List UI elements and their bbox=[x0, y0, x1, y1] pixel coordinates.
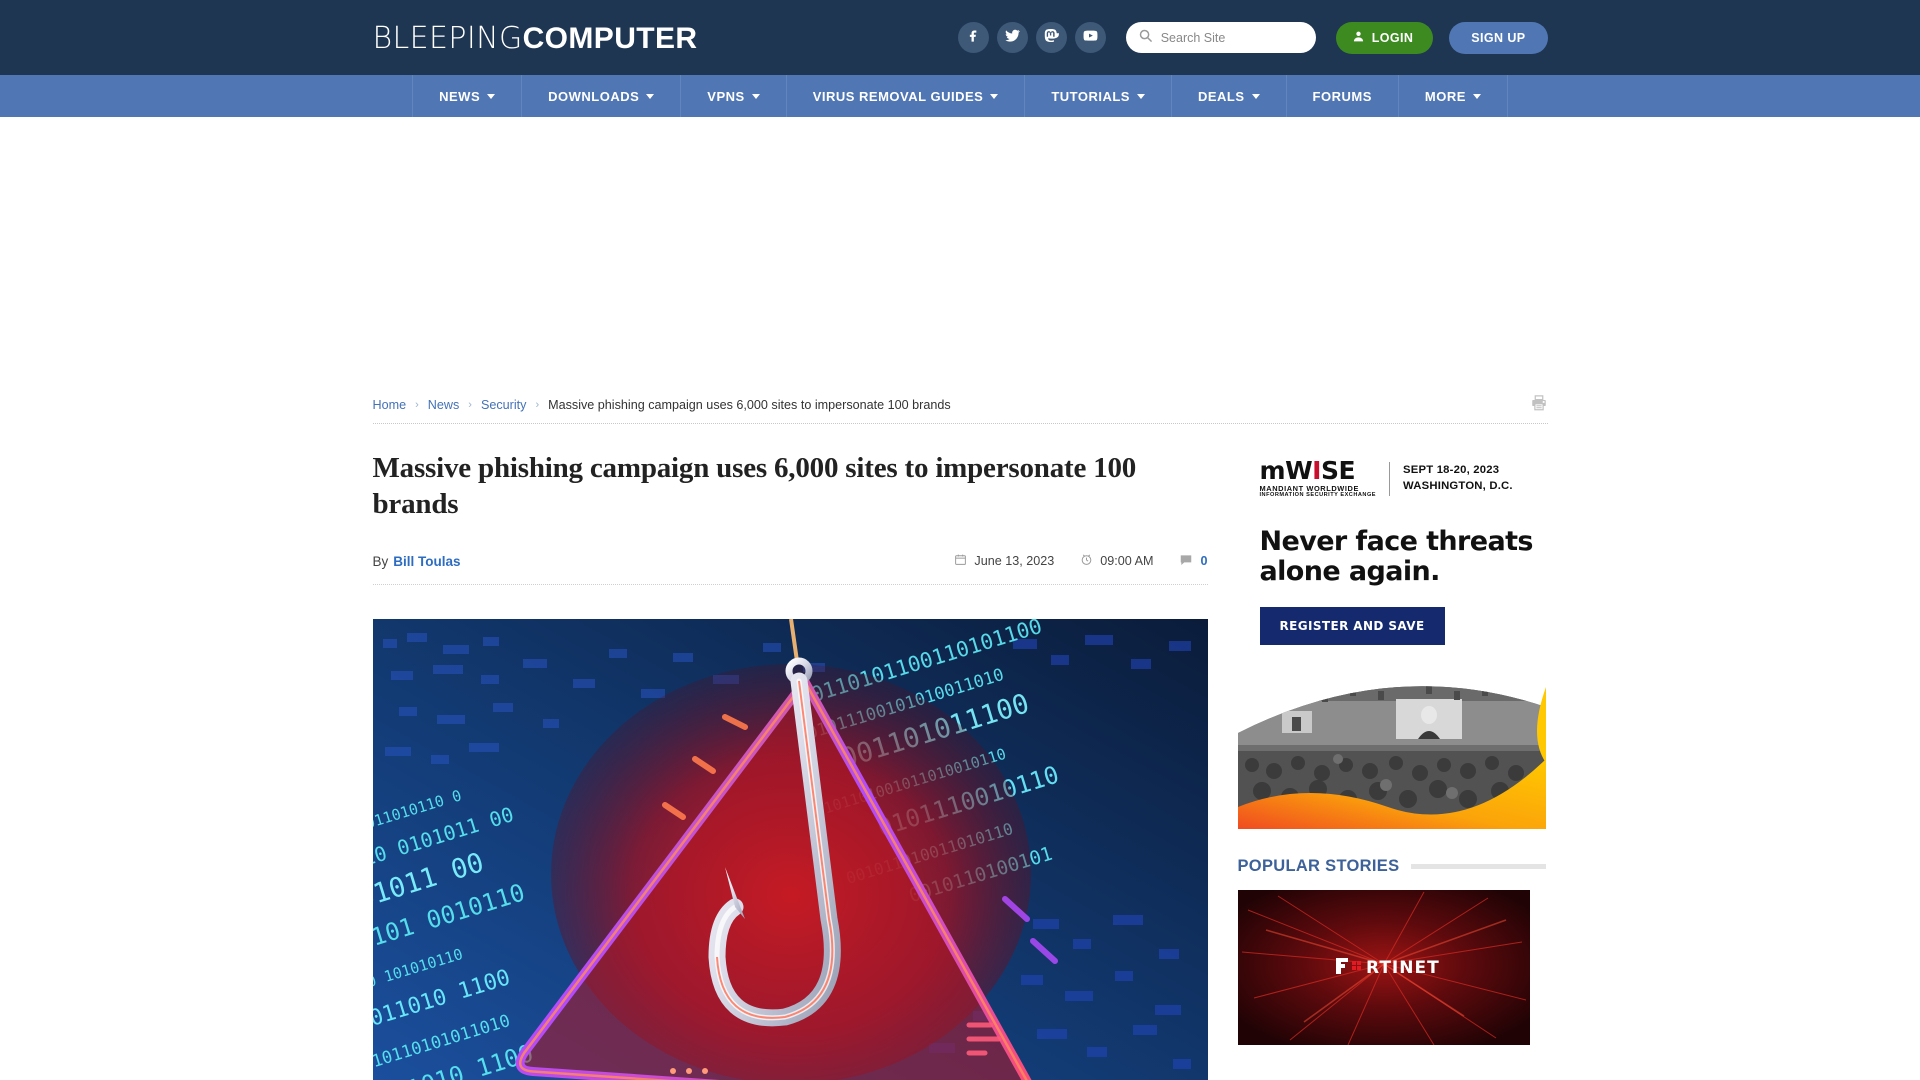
sidebar: mWISE MANDIANT WORLDWIDE INFORMATION SEC… bbox=[1237, 450, 1546, 1080]
mwise-conference-photo bbox=[1237, 667, 1546, 830]
search-icon bbox=[1138, 28, 1153, 48]
author-link[interactable]: Bill Toulas bbox=[393, 554, 460, 569]
comment-count-text: 0 bbox=[1200, 554, 1208, 568]
chevron-down-icon bbox=[1472, 93, 1481, 99]
nav-item-virus-removal-guides[interactable]: VIRUS REMOVAL GUIDES bbox=[787, 75, 1026, 117]
search-input[interactable] bbox=[1160, 30, 1304, 45]
chevron-down-icon bbox=[1136, 93, 1145, 99]
chevron-down-icon bbox=[751, 93, 760, 99]
mwise-event-location: WASHINGTON, D.C. bbox=[1403, 479, 1513, 492]
register-and-save-button[interactable]: REGISTER AND SAVE bbox=[1259, 607, 1445, 646]
article-byline: By Bill Toulas June 13, 2023 09:00 AM 0 bbox=[372, 553, 1208, 585]
publish-date: June 13, 2023 bbox=[954, 553, 1054, 569]
chevron-down-icon bbox=[646, 93, 655, 99]
mwise-headline-line1: Never face threats bbox=[1259, 526, 1534, 557]
mwise-subtitle-2: INFORMATION SECURITY EXCHANGE bbox=[1259, 492, 1377, 499]
calendar-icon bbox=[954, 553, 967, 569]
breadcrumb-item-news[interactable]: News bbox=[428, 398, 460, 412]
login-button[interactable]: LOGIN bbox=[1335, 21, 1434, 54]
article-column: Massive phishing campaign uses 6,000 sit… bbox=[372, 450, 1208, 1080]
site-logo[interactable]: BLEEPINGCOMPUTER bbox=[373, 22, 698, 54]
nav-item-label: DEALS bbox=[1197, 88, 1245, 104]
nav-item-label: TUTORIALS bbox=[1051, 88, 1130, 104]
nav-item-label: VPNS bbox=[707, 88, 745, 104]
nav-item-more[interactable]: MORE bbox=[1399, 75, 1508, 117]
nav-item-label: DOWNLOADS bbox=[548, 88, 640, 104]
mwise-divider bbox=[1389, 461, 1391, 496]
signup-label: SIGN UP bbox=[1471, 30, 1526, 45]
facebook-link[interactable] bbox=[957, 22, 989, 53]
nav-item-forums[interactable]: FORUMS bbox=[1287, 75, 1399, 117]
comment-icon bbox=[1179, 553, 1193, 570]
mwise-advertisement[interactable]: mWISE MANDIANT WORLDWIDE INFORMATION SEC… bbox=[1237, 450, 1546, 830]
popular-stories-rule bbox=[1411, 864, 1546, 870]
twitter-icon bbox=[1004, 27, 1021, 49]
chevron-down-icon bbox=[1251, 93, 1260, 99]
mwise-headline-line2: alone again. bbox=[1259, 556, 1441, 588]
search-box[interactable] bbox=[1125, 22, 1316, 53]
main-navigation: NEWS DOWNLOADS VPNS VIRUS REMOVAL GUIDES TUT… bbox=[0, 75, 1920, 117]
article-hero-image: 0110101100110101100 01011100101010011010… bbox=[372, 618, 1208, 1080]
publish-time-text: 09:00 AM bbox=[1100, 554, 1154, 568]
mwise-logo-se: SE bbox=[1320, 456, 1356, 485]
mastodon-icon bbox=[1043, 27, 1060, 48]
social-links bbox=[957, 22, 1106, 53]
nav-item-vpns[interactable]: VPNS bbox=[681, 75, 787, 117]
nav-item-downloads[interactable]: DOWNLOADS bbox=[522, 75, 682, 117]
comment-count[interactable]: 0 bbox=[1179, 553, 1208, 570]
mwise-logo-w: W bbox=[1285, 456, 1313, 485]
nav-item-deals[interactable]: DEALS bbox=[1172, 75, 1287, 117]
chevron-down-icon bbox=[487, 93, 496, 99]
printer-icon[interactable] bbox=[1530, 394, 1548, 417]
breadcrumb-item-security[interactable]: Security bbox=[481, 398, 527, 412]
top-ad-slot bbox=[0, 117, 1920, 387]
breadcrumb-item-current: Massive phishing campaign uses 6,000 sit… bbox=[548, 398, 951, 412]
mwise-logo-m: m bbox=[1259, 456, 1286, 485]
popular-stories-header: POPULAR STORIES bbox=[1238, 857, 1546, 876]
mastodon-link[interactable] bbox=[1035, 22, 1067, 53]
youtube-link[interactable] bbox=[1074, 22, 1106, 53]
twitter-link[interactable] bbox=[996, 22, 1028, 53]
mwise-subtitle-1: MANDIANT WORLDWIDE bbox=[1259, 484, 1359, 493]
breadcrumb-item-home[interactable]: Home bbox=[373, 398, 407, 412]
svg-text:RTINET: RTINET bbox=[1366, 958, 1440, 978]
popular-stories-title: POPULAR STORIES bbox=[1237, 857, 1400, 876]
user-icon bbox=[1352, 30, 1365, 46]
login-label: LOGIN bbox=[1371, 30, 1414, 45]
publish-date-text: June 13, 2023 bbox=[974, 554, 1055, 568]
breadcrumb-separator: › bbox=[535, 399, 540, 411]
breadcrumb-separator: › bbox=[468, 399, 472, 411]
signup-button[interactable]: SIGN UP bbox=[1449, 21, 1548, 54]
mwise-logo-bar: I bbox=[1312, 456, 1321, 485]
chevron-down-icon bbox=[990, 93, 999, 99]
site-header: BLEEPINGCOMPUTER Search Site LOGIN SIGN … bbox=[0, 0, 1920, 75]
mwise-logo: mWISE MANDIANT WORLDWIDE INFORMATION SEC… bbox=[1260, 458, 1377, 499]
nav-item-news[interactable]: NEWS bbox=[412, 75, 523, 117]
nav-item-label: FORUMS bbox=[1312, 88, 1372, 104]
byline-by-label: By bbox=[372, 553, 389, 569]
breadcrumb-separator: › bbox=[415, 399, 419, 411]
nav-item-label: NEWS bbox=[439, 88, 481, 104]
clock-icon bbox=[1080, 553, 1093, 569]
logo-text-computer: COMPUTER bbox=[522, 21, 698, 55]
youtube-icon bbox=[1082, 27, 1099, 49]
publish-time: 09:00 AM bbox=[1080, 553, 1153, 569]
page-title: Massive phishing campaign uses 6,000 sit… bbox=[372, 452, 1137, 521]
nav-item-tutorials[interactable]: TUTORIALS bbox=[1025, 75, 1172, 117]
logo-text-bleeping: BLEEPING bbox=[372, 20, 523, 56]
mwise-headline: Never face threats alone again. bbox=[1238, 499, 1546, 587]
breadcrumb: Home › News › Security › Massive phishin… bbox=[372, 387, 1548, 424]
mwise-event-date: SEPT 18-20, 2023 bbox=[1403, 464, 1500, 477]
nav-item-label: MORE bbox=[1424, 88, 1466, 104]
popular-story-thumbnail[interactable]: RTINET bbox=[1237, 890, 1530, 1046]
nav-item-label: VIRUS REMOVAL GUIDES bbox=[812, 88, 984, 104]
facebook-icon bbox=[965, 27, 981, 48]
